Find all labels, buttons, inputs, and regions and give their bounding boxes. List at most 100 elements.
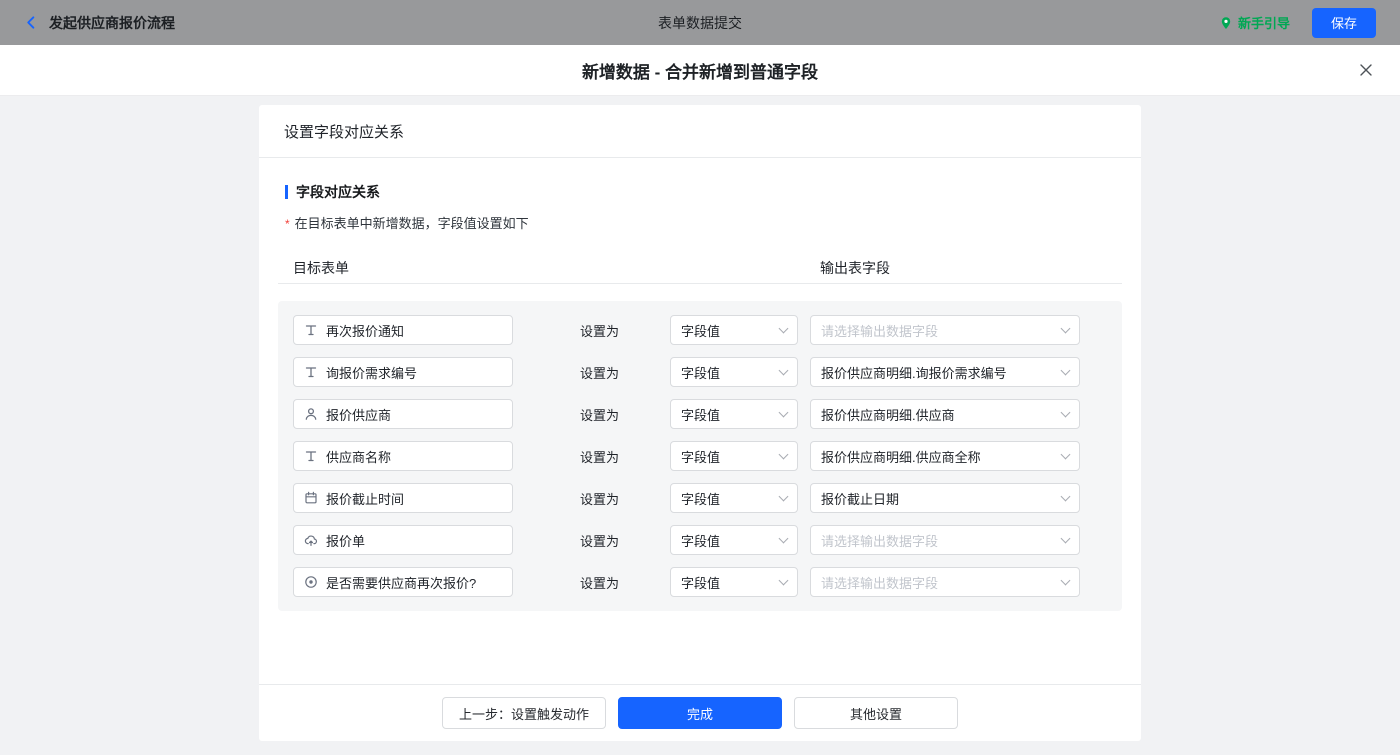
output-select-value: 报价截止日期: [821, 491, 900, 507]
output-select-value: 请选择输出数据字段: [821, 575, 939, 591]
close-icon[interactable]: [1358, 62, 1374, 78]
section-title-text: 字段对应关系: [296, 184, 380, 200]
mapping-row: 报价截止时间 设置为 字段值 报价截止日期: [293, 477, 1122, 519]
target-field-input[interactable]: 报价截止时间: [293, 483, 513, 513]
mode-select[interactable]: 字段值: [670, 441, 798, 471]
back-chevron-icon[interactable]: [24, 15, 39, 30]
text-field-icon: [304, 323, 318, 337]
section-accent-bar: [285, 185, 288, 199]
target-field-label: 报价供应商: [326, 407, 392, 423]
target-field-input[interactable]: 再次报价通知: [293, 315, 513, 345]
columns-header: 目标表单 输出表字段: [278, 254, 1122, 284]
page-header: 新增数据 - 合并新增到普通字段: [0, 45, 1400, 95]
mode-select-value: 字段值: [681, 365, 721, 381]
output-select[interactable]: 报价供应商明细.供应商全称: [810, 441, 1080, 471]
output-select[interactable]: 请选择输出数据字段: [810, 567, 1080, 597]
output-select[interactable]: 请选择输出数据字段: [810, 525, 1080, 555]
done-button[interactable]: 完成: [618, 697, 782, 729]
set-as-label: 设置为: [580, 491, 620, 507]
text-field-icon: [304, 449, 318, 463]
chevron-down-icon: [1060, 575, 1071, 586]
section-title: 字段对应关系: [285, 182, 1122, 202]
mode-select[interactable]: 字段值: [670, 315, 798, 345]
location-pin-icon: [1221, 16, 1231, 29]
set-as-label: 设置为: [580, 323, 620, 339]
card-footer: 上一步：设置触发动作 完成 其他设置: [259, 684, 1141, 741]
other-settings-button[interactable]: 其他设置: [794, 697, 958, 729]
card-title: 设置字段对应关系: [259, 105, 1141, 158]
target-field-label: 询报价需求编号: [326, 365, 418, 381]
required-asterisk: *: [285, 217, 290, 231]
target-field-label: 供应商名称: [326, 449, 392, 465]
target-field-label: 报价截止时间: [326, 491, 405, 507]
target-field-label: 再次报价通知: [326, 323, 405, 339]
chevron-down-icon: [778, 491, 789, 502]
set-as-label: 设置为: [580, 449, 620, 465]
output-select[interactable]: 报价供应商明细.供应商: [810, 399, 1080, 429]
main-area: 设置字段对应关系 字段对应关系 * 在目标表单中新增数据，字段值设置如下 目标表单…: [0, 95, 1400, 755]
mode-select-value: 字段值: [681, 449, 721, 465]
mode-select[interactable]: 字段值: [670, 525, 798, 555]
chevron-down-icon: [778, 365, 789, 376]
output-select-value: 报价供应商明细.供应商: [821, 407, 955, 423]
mode-select[interactable]: 字段值: [670, 483, 798, 513]
chevron-down-icon: [1060, 449, 1071, 460]
chevron-down-icon: [1060, 533, 1071, 544]
target-field-input[interactable]: 报价单: [293, 525, 513, 555]
chevron-down-icon: [1060, 491, 1071, 502]
previous-step-button[interactable]: 上一步：设置触发动作: [442, 697, 606, 729]
mode-select[interactable]: 字段值: [670, 399, 798, 429]
radio-icon: [304, 575, 318, 589]
column-output-field: 输出表字段: [820, 260, 890, 276]
mode-select-value: 字段值: [681, 533, 721, 549]
output-select[interactable]: 请选择输出数据字段: [810, 315, 1080, 345]
mode-select[interactable]: 字段值: [670, 567, 798, 597]
set-as-label: 设置为: [580, 407, 620, 423]
top-bar-left: 发起供应商报价流程: [24, 13, 175, 33]
output-select[interactable]: 报价供应商明细.询报价需求编号: [810, 357, 1080, 387]
top-bar-title: 表单数据提交: [658, 14, 742, 31]
output-select-value: 报价供应商明细.询报价需求编号: [821, 365, 1007, 381]
set-as-label: 设置为: [580, 575, 620, 591]
target-field-input[interactable]: 询报价需求编号: [293, 357, 513, 387]
mode-select[interactable]: 字段值: [670, 357, 798, 387]
mode-select-value: 字段值: [681, 323, 721, 339]
settings-card: 设置字段对应关系 字段对应关系 * 在目标表单中新增数据，字段值设置如下 目标表单…: [259, 105, 1141, 741]
output-select-value: 请选择输出数据字段: [821, 533, 939, 549]
set-as-label: 设置为: [580, 365, 620, 381]
mapping-row: 报价供应商 设置为 字段值 报价供应商明细.供应商: [293, 393, 1122, 435]
mode-select-value: 字段值: [681, 407, 721, 423]
calendar-icon: [304, 491, 318, 505]
chevron-down-icon: [778, 323, 789, 334]
chevron-down-icon: [1060, 323, 1071, 334]
mapping-row: 再次报价通知 设置为 字段值 请选择输出数据字段: [293, 309, 1122, 351]
guide-label: 新手引导: [1237, 16, 1290, 31]
cloud-upload-icon: [304, 533, 318, 547]
mapping-row: 报价单 设置为 字段值 请选择输出数据字段: [293, 519, 1122, 561]
chevron-down-icon: [778, 449, 789, 460]
mapping-panel: 再次报价通知 设置为 字段值 请选择输出数据字段 询报价需求编号 设置为 字段值…: [278, 301, 1122, 611]
mapping-row: 是否需要供应商再次报价? 设置为 字段值 请选择输出数据字段: [293, 561, 1122, 603]
top-bar: 发起供应商报价流程 表单数据提交 新手引导 保存: [0, 0, 1400, 45]
chevron-down-icon: [1060, 365, 1071, 376]
chevron-down-icon: [778, 575, 789, 586]
target-field-label: 报价单: [326, 533, 366, 549]
column-target-form: 目标表单: [293, 260, 349, 276]
mapping-row: 询报价需求编号 设置为 字段值 报价供应商明细.询报价需求编号: [293, 351, 1122, 393]
mode-select-value: 字段值: [681, 491, 721, 507]
card-body: 字段对应关系 * 在目标表单中新增数据，字段值设置如下 目标表单 输出表字段 再次…: [259, 158, 1141, 611]
target-field-input[interactable]: 是否需要供应商再次报价?: [293, 567, 513, 597]
output-select-value: 报价供应商明细.供应商全称: [821, 449, 981, 465]
save-button[interactable]: 保存: [1311, 7, 1376, 38]
hint-text: 在目标表单中新增数据，字段值设置如下: [294, 216, 529, 231]
target-field-input[interactable]: 供应商名称: [293, 441, 513, 471]
target-field-label: 是否需要供应商再次报价?: [326, 575, 477, 591]
output-select[interactable]: 报价截止日期: [810, 483, 1080, 513]
hint-row: * 在目标表单中新增数据，字段值设置如下: [285, 213, 1122, 232]
top-bar-right: 新手引导 保存: [1219, 7, 1376, 38]
beginner-guide-button[interactable]: 新手引导: [1219, 13, 1290, 32]
target-field-input[interactable]: 报价供应商: [293, 399, 513, 429]
set-as-label: 设置为: [580, 533, 620, 549]
chevron-down-icon: [1060, 407, 1071, 418]
flow-name[interactable]: 发起供应商报价流程: [49, 13, 175, 33]
